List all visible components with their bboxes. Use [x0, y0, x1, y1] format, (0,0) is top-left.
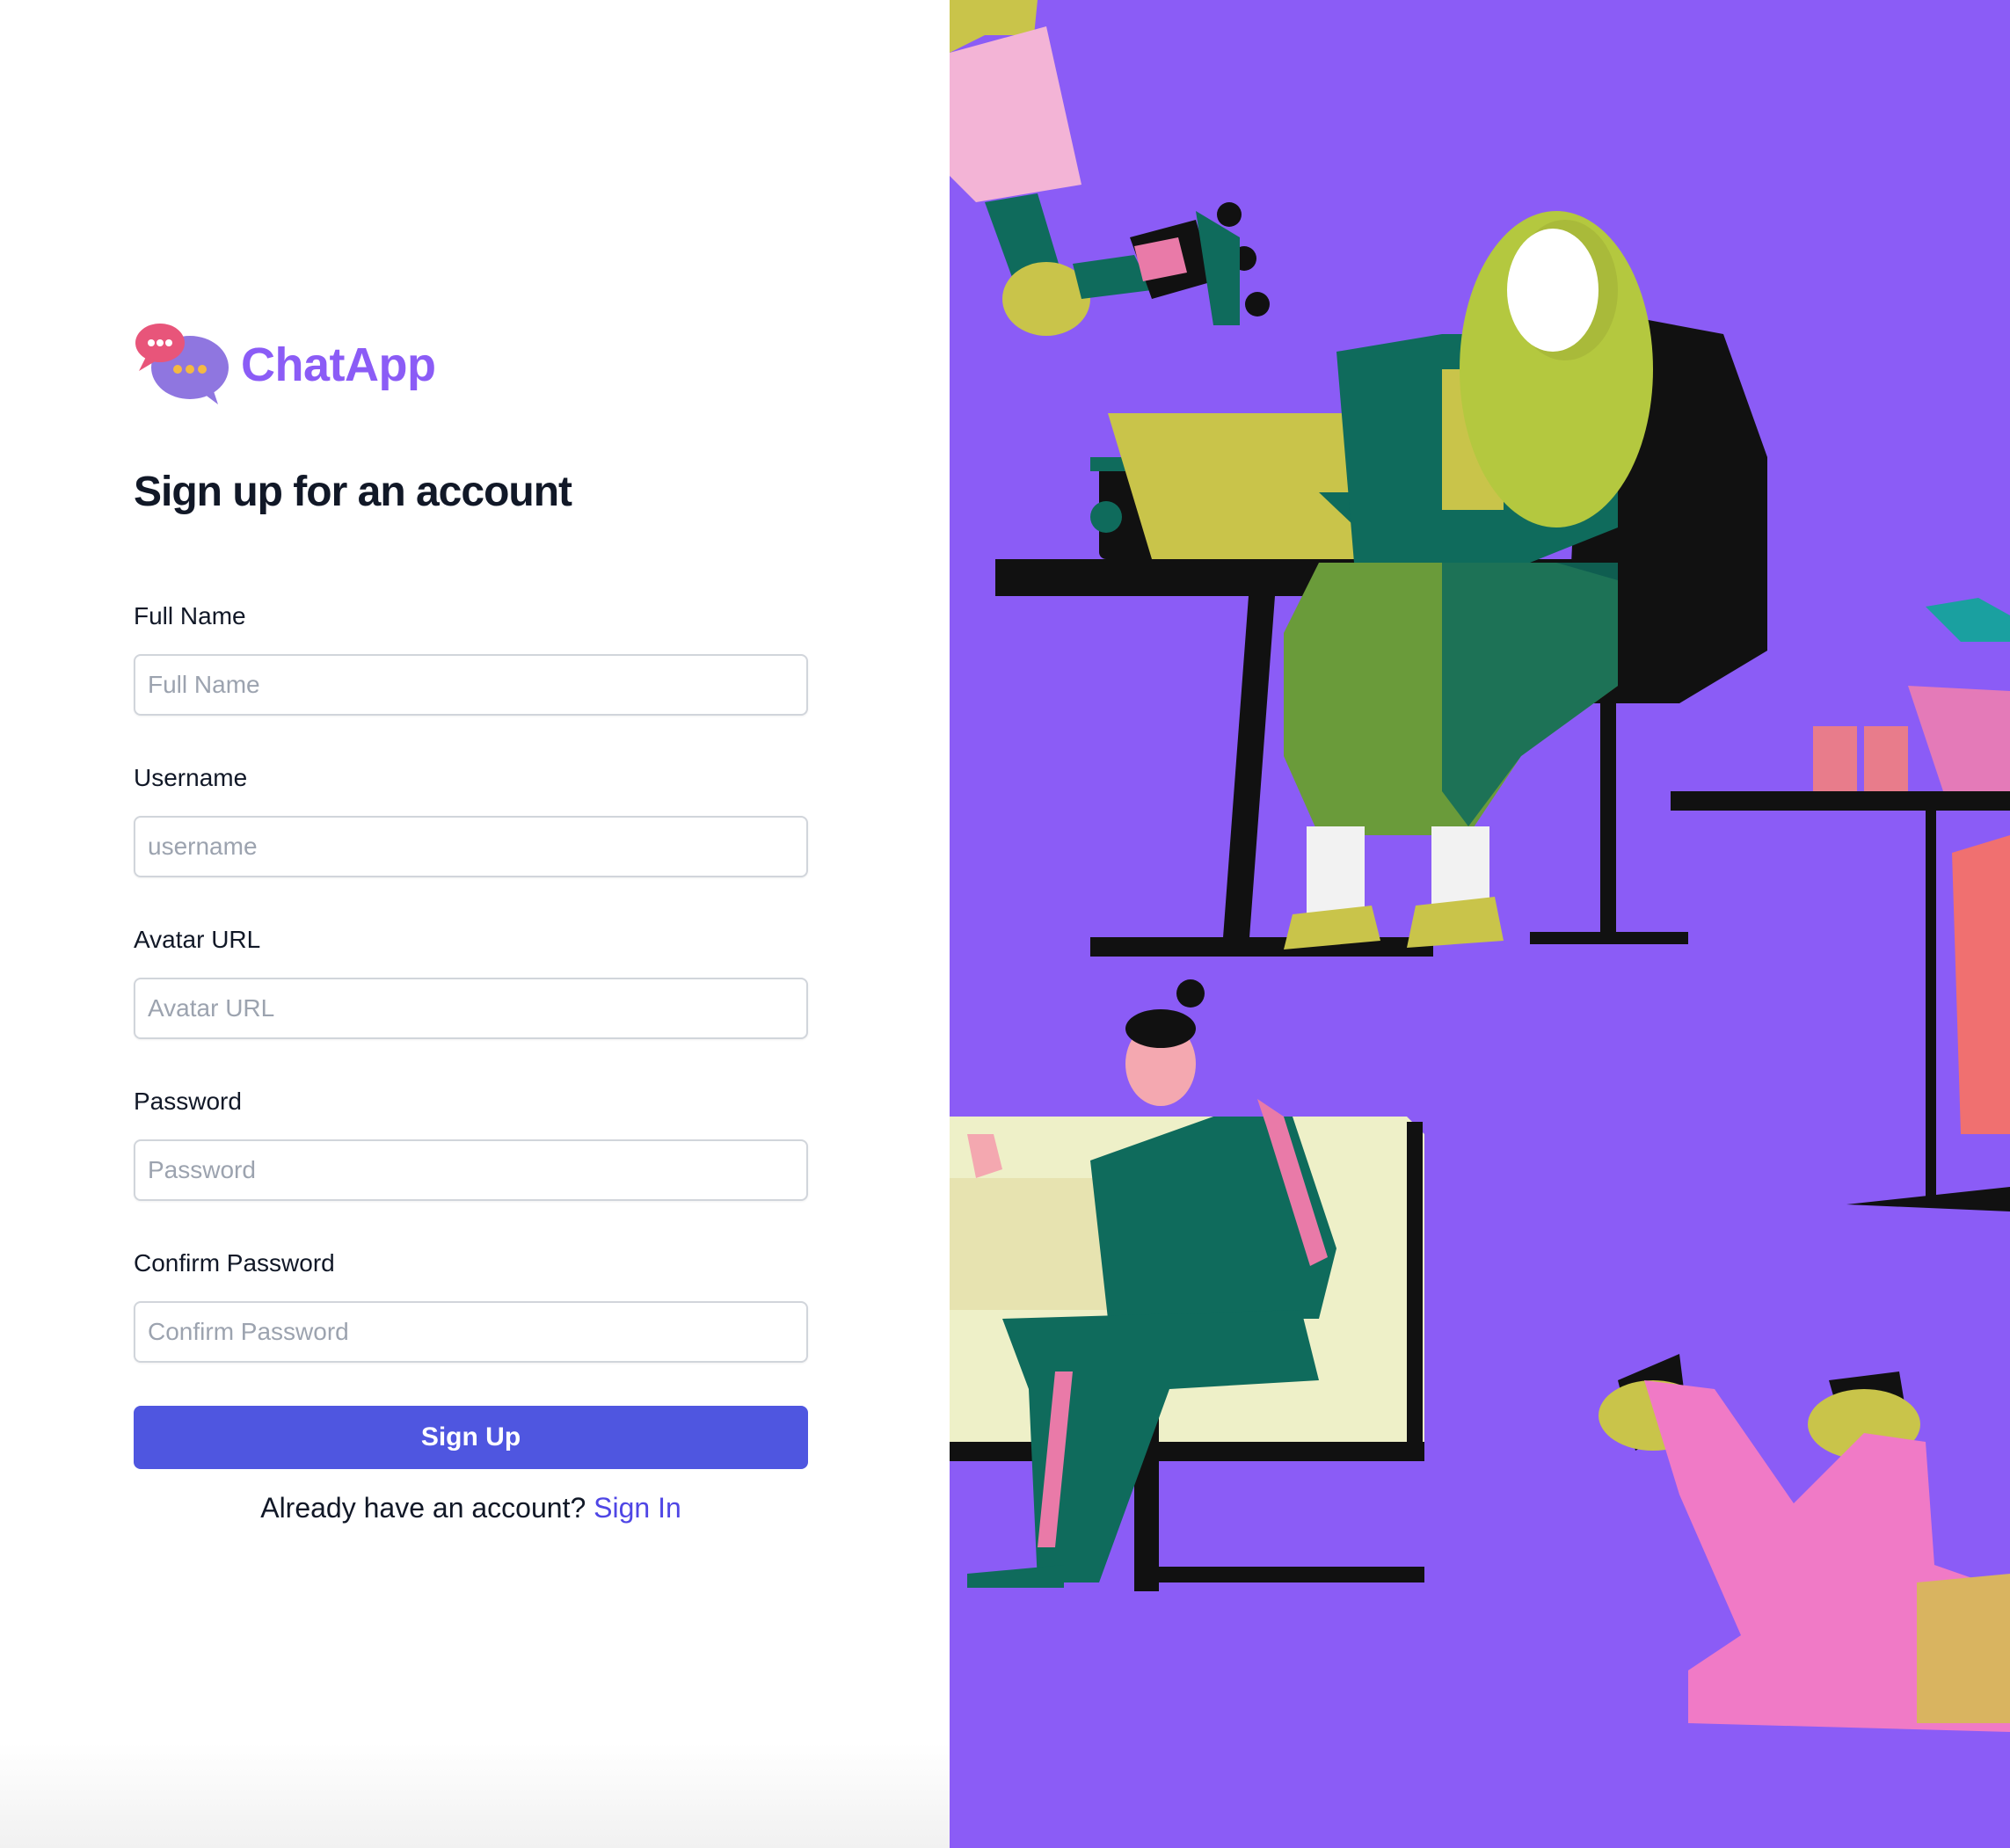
sign-in-link[interactable]: Sign In [594, 1492, 681, 1524]
signin-prompt-text: Already have an account? [260, 1492, 586, 1524]
confirm-password-label: Confirm Password [134, 1249, 335, 1277]
password-label: Password [134, 1088, 242, 1115]
full-name-label: Full Name [134, 602, 246, 629]
illustration-panel [950, 0, 2010, 1848]
password-field[interactable] [134, 1139, 808, 1201]
username-label: Username [134, 764, 248, 791]
confirm-password-field[interactable] [134, 1301, 808, 1363]
signin-prompt-row: Already have an account? Sign In [134, 1492, 808, 1524]
brand: ChatApp [134, 318, 485, 413]
avatar-url-field[interactable] [134, 978, 808, 1039]
chat-bubbles-icon [135, 324, 229, 404]
username-field[interactable] [134, 816, 808, 877]
people-working-illustration [950, 0, 2010, 1848]
full-name-field[interactable] [134, 654, 808, 716]
brand-name: ChatApp [241, 338, 436, 391]
page-title: Sign up for an account [134, 469, 572, 515]
signup-panel: ChatApp Sign up for an account Full Name… [0, 0, 950, 1848]
avatar-url-label: Avatar URL [134, 926, 261, 953]
sign-up-button[interactable]: Sign Up [134, 1406, 808, 1469]
